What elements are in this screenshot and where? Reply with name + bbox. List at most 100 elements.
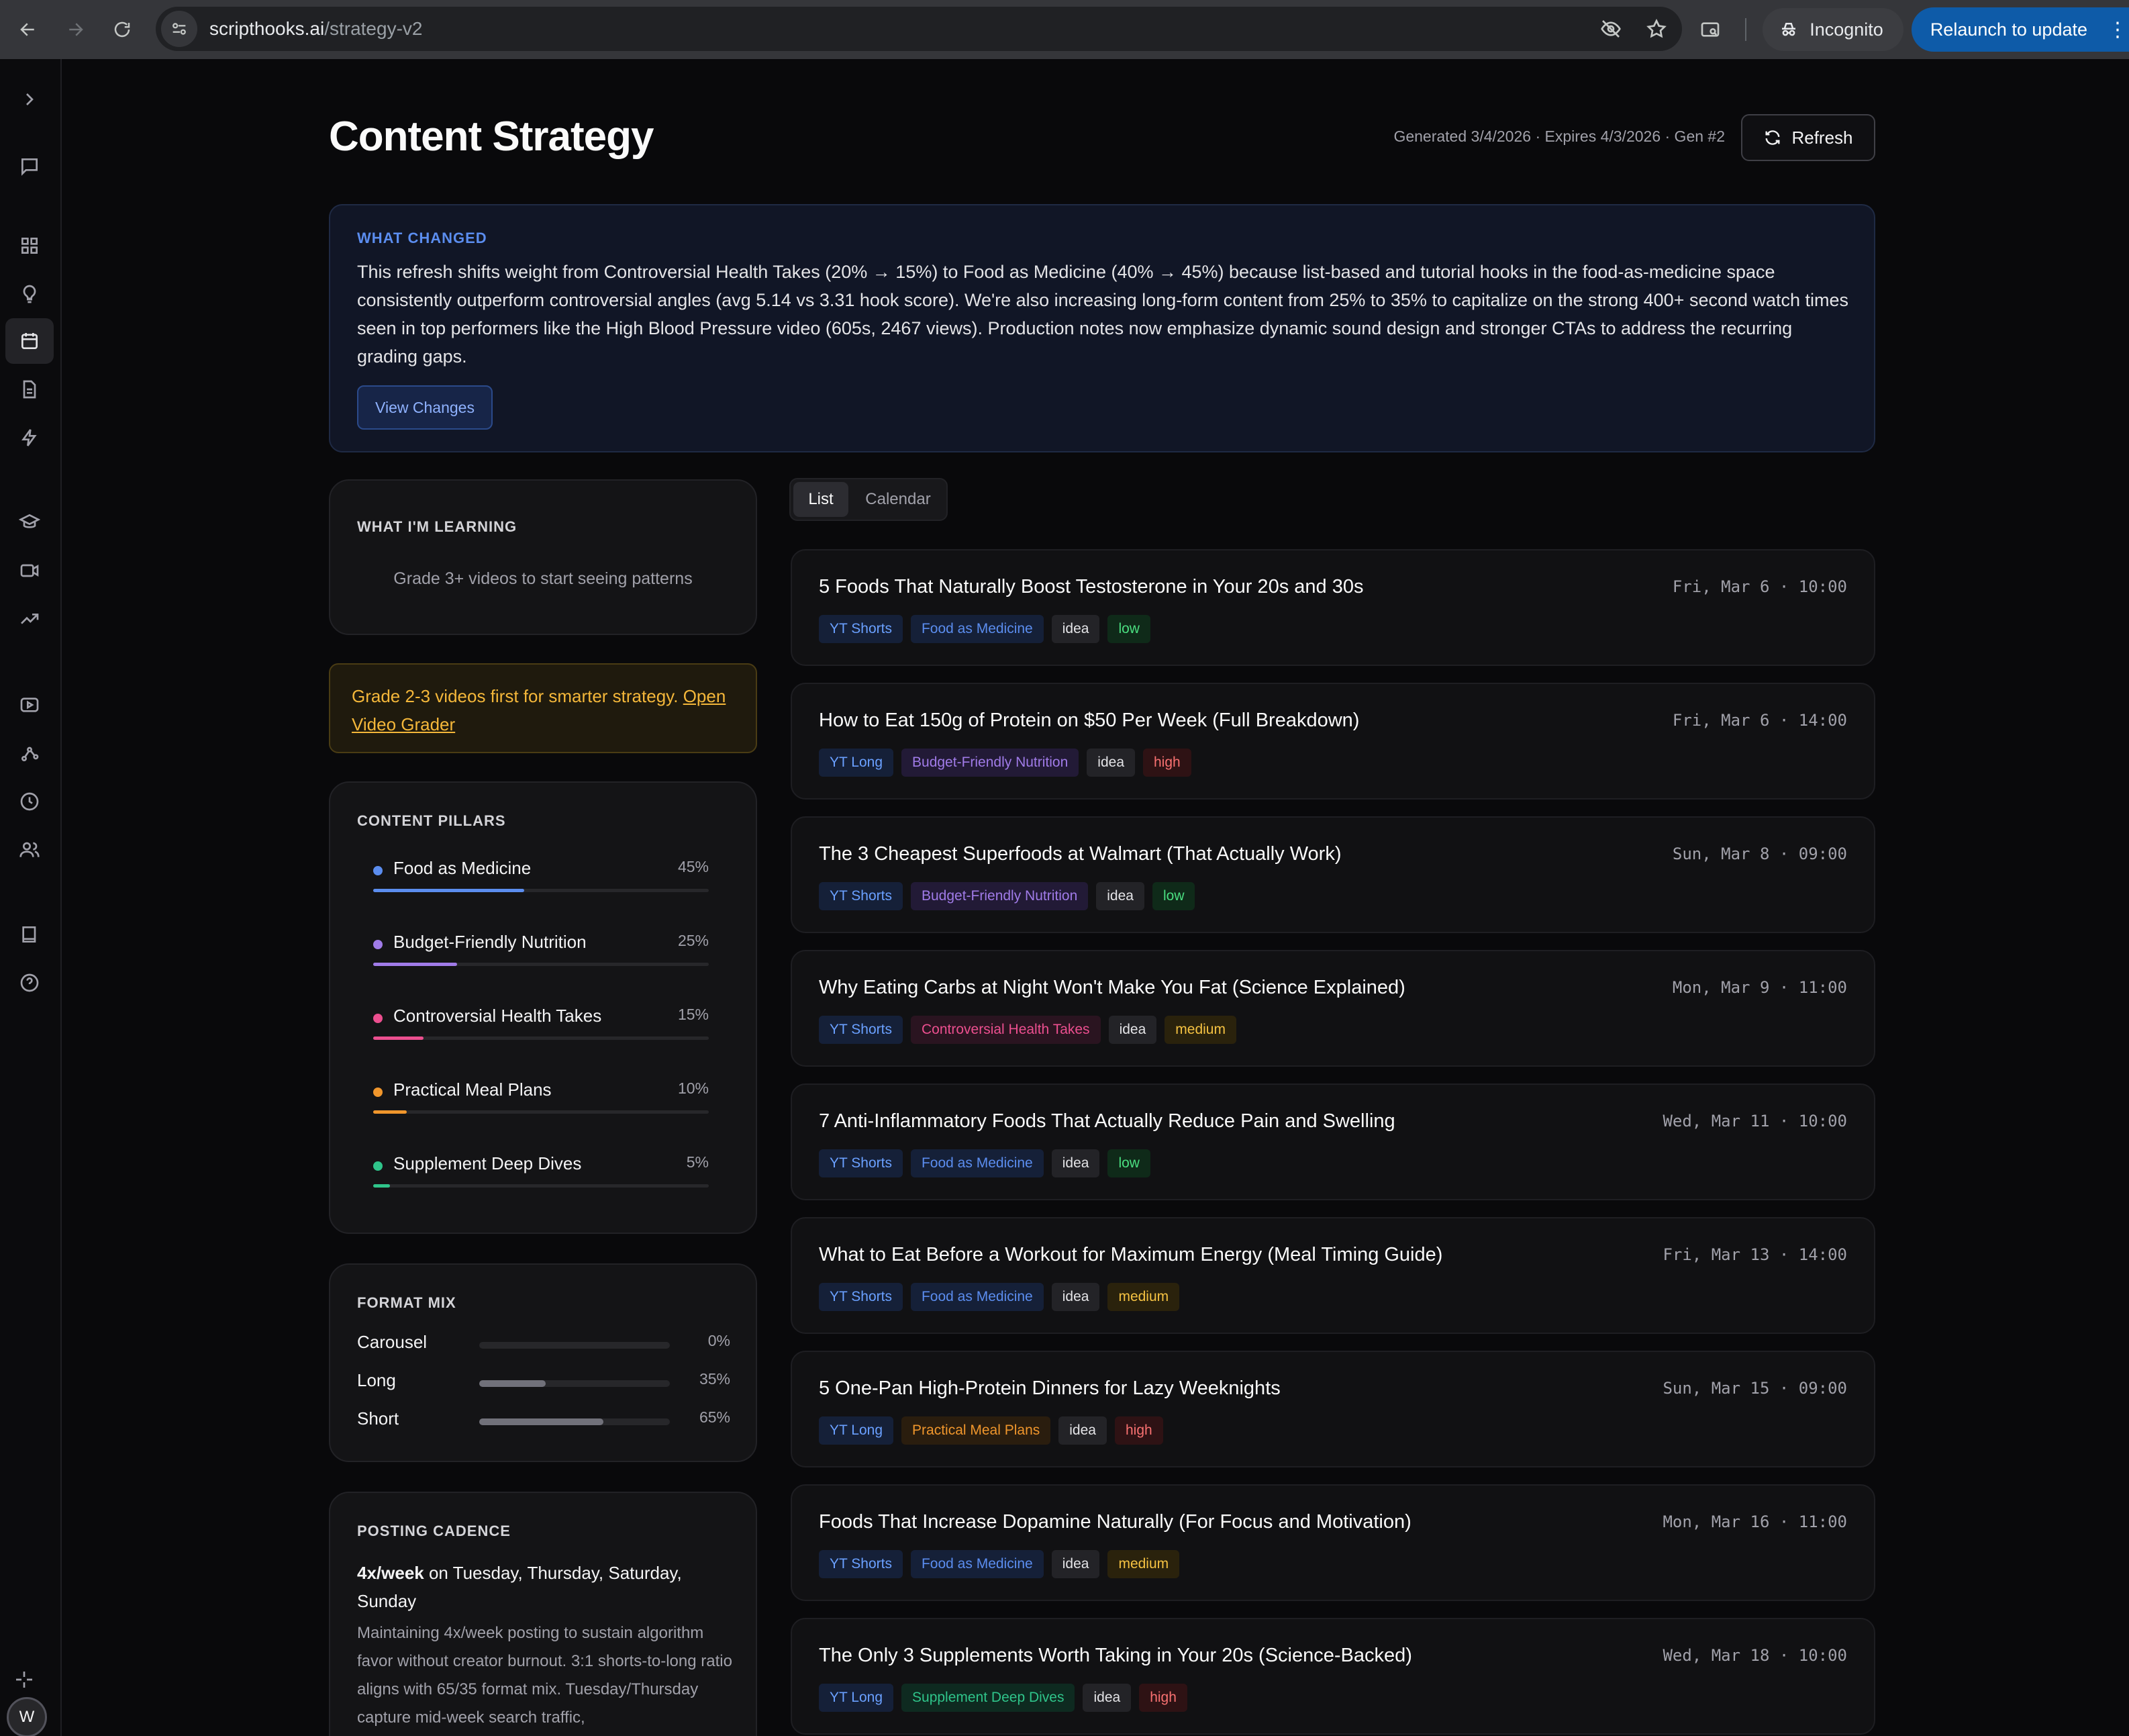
status-badge: idea	[1051, 615, 1100, 643]
pillar-name: Food as Medicine	[393, 858, 532, 878]
pillar-row[interactable]: Supplement Deep Dives 5%	[373, 1153, 709, 1194]
pillar-tag: Food as Medicine	[910, 1149, 1044, 1177]
pillar-tag: Food as Medicine	[910, 1283, 1044, 1311]
idea-card[interactable]: 5 Foods That Naturally Boost Testosteron…	[791, 549, 1875, 666]
relaunch-button[interactable]: Relaunch to update	[1911, 7, 2106, 52]
refresh-icon	[1765, 130, 1780, 145]
lightbulb-icon[interactable]	[5, 271, 54, 317]
avatar[interactable]: W	[7, 1697, 47, 1736]
pillar-percent: 15%	[677, 1006, 709, 1023]
grid-icon[interactable]	[5, 223, 54, 269]
idea-title[interactable]: Why Eating Carbs at Night Won't Make You…	[819, 977, 1405, 999]
idea-title[interactable]: The 3 Cheapest Superfoods at Walmart (Th…	[819, 843, 1342, 865]
format-tag: YT Shorts	[819, 1550, 903, 1578]
arrow-left-icon	[20, 23, 34, 36]
tab-search-button[interactable]	[1691, 11, 1729, 48]
idea-card[interactable]: Foods That Increase Dopamine Naturally (…	[791, 1484, 1875, 1601]
pillar-row[interactable]: Budget-Friendly Nutrition 25%	[373, 932, 709, 972]
site-settings-icon[interactable]	[161, 11, 197, 47]
idea-card[interactable]: The 3 Cheapest Superfoods at Walmart (Th…	[791, 816, 1875, 933]
what-changed-text: This refresh shifts weight from Controve…	[357, 262, 1849, 367]
incognito-indicator[interactable]: Incognito	[1763, 8, 1903, 51]
video-icon[interactable]	[5, 548, 54, 593]
pillar-row[interactable]: Food as Medicine 45%	[373, 858, 709, 898]
pillar-tag: Budget-Friendly Nutrition	[910, 882, 1089, 910]
idea-title[interactable]: 7 Anti-Inflammatory Foods That Actually …	[819, 1110, 1395, 1132]
pillar-color-dot	[373, 1088, 383, 1097]
idea-card[interactable]: What to Eat Before a Workout for Maximum…	[791, 1217, 1875, 1334]
help-icon[interactable]	[5, 960, 54, 1006]
format-name: Carousel	[357, 1332, 428, 1352]
trending-icon[interactable]	[5, 596, 54, 642]
status-badge: idea	[1058, 1416, 1107, 1445]
play-icon[interactable]	[5, 682, 54, 728]
back-button[interactable]	[9, 11, 47, 48]
clock-icon[interactable]	[5, 779, 54, 824]
pillar-color-dot	[373, 866, 383, 875]
view-toggle: List Calendar	[789, 478, 948, 521]
reload-button[interactable]	[103, 11, 141, 48]
idea-tags: YT Shorts Food as Medicine idea medium	[819, 1550, 1180, 1578]
refresh-button[interactable]: Refresh	[1741, 114, 1875, 161]
tab-list[interactable]: List	[793, 482, 848, 517]
cadence-frequency: 4x/week	[357, 1563, 424, 1583]
status-badge: idea	[1096, 882, 1144, 910]
idea-title[interactable]: Foods That Increase Dopamine Naturally (…	[819, 1511, 1412, 1533]
eye-off-icon[interactable]	[1600, 18, 1622, 40]
app-sidebar: W	[0, 59, 62, 1736]
idea-card[interactable]: Why Eating Carbs at Night Won't Make You…	[791, 950, 1875, 1067]
document-icon[interactable]	[5, 367, 54, 412]
idea-card[interactable]: How to Eat 150g of Protein on $50 Per We…	[791, 683, 1875, 800]
format-tag: YT Long	[819, 1416, 894, 1445]
pillar-row[interactable]: Practical Meal Plans 10%	[373, 1079, 709, 1120]
idea-tags: YT Long Practical Meal Plans idea high	[819, 1416, 1163, 1445]
idea-title[interactable]: What to Eat Before a Workout for Maximum…	[819, 1244, 1442, 1266]
forward-button[interactable]	[56, 11, 94, 48]
idea-card[interactable]: The Only 3 Supplements Worth Taking in Y…	[791, 1618, 1875, 1735]
pillar-tag: Controversial Health Takes	[910, 1016, 1101, 1044]
priority-badge: low	[1107, 615, 1150, 643]
idea-tags: YT Shorts Food as Medicine idea low	[819, 615, 1150, 643]
address-bar[interactable]: scripthooks.ai/strategy-v2	[156, 7, 1682, 51]
priority-badge: medium	[1107, 1550, 1180, 1578]
what-changed-panel: WHAT CHANGED This refresh shifts weight …	[329, 204, 1875, 452]
more-menu-icon[interactable]: ⋮	[2106, 7, 2129, 52]
tab-calendar[interactable]: Calendar	[852, 482, 944, 517]
idea-title[interactable]: How to Eat 150g of Protein on $50 Per We…	[819, 710, 1359, 732]
pillar-row[interactable]: Controversial Health Takes 15%	[373, 1006, 709, 1046]
format-row: Carousel 0%	[357, 1332, 730, 1359]
cadence-description: Maintaining 4x/week posting to sustain a…	[357, 1624, 732, 1727]
chat-icon[interactable]	[5, 144, 54, 189]
idea-card[interactable]: 5 One-Pan High-Protein Dinners for Lazy …	[791, 1351, 1875, 1467]
idea-scheduled-date: Mon, Mar 9 · 11:00	[1672, 978, 1847, 997]
view-changes-button[interactable]: View Changes	[357, 385, 493, 430]
calendar-icon[interactable]	[5, 318, 54, 364]
idea-title[interactable]: The Only 3 Supplements Worth Taking in Y…	[819, 1645, 1412, 1667]
sparkle-icon[interactable]	[0, 1657, 48, 1702]
chevron-right-icon[interactable]	[5, 77, 54, 122]
pillar-progress-fill	[373, 1036, 424, 1040]
pillar-tag: Food as Medicine	[910, 1550, 1044, 1578]
idea-scheduled-date: Fri, Mar 13 · 14:00	[1663, 1245, 1847, 1264]
pillar-name: Controversial Health Takes	[393, 1006, 602, 1026]
format-tag: YT Shorts	[819, 1149, 903, 1177]
pillar-percent: 10%	[677, 1079, 709, 1097]
idea-title[interactable]: 5 Foods That Naturally Boost Testosteron…	[819, 576, 1363, 598]
idea-title[interactable]: 5 One-Pan High-Protein Dinners for Lazy …	[819, 1378, 1281, 1400]
posting-cadence-card: POSTING CADENCE 4x/week on Tuesday, Thur…	[329, 1492, 757, 1736]
users-icon[interactable]	[5, 827, 54, 873]
idea-tags: YT Long Supplement Deep Dives idea high	[819, 1684, 1187, 1712]
bookmark-star-icon[interactable]	[1646, 18, 1667, 40]
grade-warning-text: Grade 2-3 videos first for smarter strat…	[352, 686, 679, 706]
priority-badge: medium	[1165, 1016, 1236, 1044]
lightning-icon[interactable]	[5, 415, 54, 461]
book-icon[interactable]	[5, 912, 54, 957]
nodes-icon[interactable]	[5, 730, 54, 776]
pillar-tag: Practical Meal Plans	[901, 1416, 1051, 1445]
posting-cadence-label: POSTING CADENCE	[357, 1523, 511, 1539]
status-badge: idea	[1087, 749, 1135, 777]
graduation-cap-icon[interactable]	[5, 499, 54, 545]
idea-scheduled-date: Sun, Mar 8 · 09:00	[1672, 845, 1847, 863]
pillar-progress-fill	[373, 1184, 390, 1188]
idea-card[interactable]: 7 Anti-Inflammatory Foods That Actually …	[791, 1083, 1875, 1200]
